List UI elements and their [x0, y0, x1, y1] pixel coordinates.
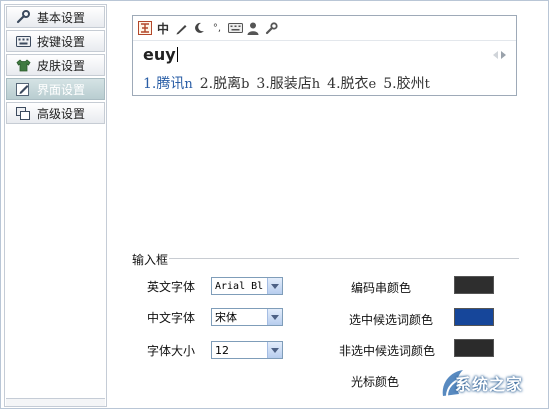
keyboard-icon: [227, 20, 243, 36]
chevron-down-icon[interactable]: [267, 309, 282, 325]
tshirt-icon: [15, 58, 31, 72]
chinese-font-select[interactable]: 宋体: [211, 308, 283, 326]
cursor-color-label: 光标颜色: [351, 375, 400, 389]
chinese-mode-icon: 中: [156, 21, 169, 36]
sidebar: 基本设置 按键设置 皮肤设置 界面设置 高级设置: [4, 4, 107, 407]
chinese-font-label: 中文字体: [147, 311, 196, 325]
unselected-color-label: 非选中候选词颜色: [339, 344, 436, 358]
candidate-list: 1.腾讯n 2.脱离b 3.服装店h 4.脱衣e 5.胶州t: [143, 73, 437, 93]
sidebar-item-advanced-settings[interactable]: 高级设置: [6, 102, 105, 124]
watermark: 系统之家: [439, 366, 549, 400]
wrench-icon: [263, 20, 279, 36]
code-color-label: 编码串颜色: [351, 281, 412, 295]
english-font-select[interactable]: Arial Bl: [211, 277, 283, 295]
chevron-down-icon[interactable]: [267, 342, 282, 358]
font-size-label: 字体大小: [147, 344, 196, 358]
pen-icon: [173, 20, 189, 36]
sidebar-footer: [6, 398, 105, 406]
composition-string: euy: [143, 45, 178, 64]
sidebar-item-basic-settings[interactable]: 基本设置: [6, 6, 105, 28]
windows-icon: [15, 106, 31, 120]
group-divider: [169, 258, 519, 259]
input-box-group-title: 输入框: [132, 253, 169, 267]
candidate-1[interactable]: 1.腾讯n: [143, 73, 193, 93]
next-page-icon[interactable]: [501, 51, 506, 59]
selected-color-swatch[interactable]: [454, 308, 494, 326]
sidebar-item-interface-settings[interactable]: 界面设置: [6, 78, 105, 100]
keyboard-icon: [15, 34, 31, 48]
text-caret: [176, 47, 178, 62]
candidate-5[interactable]: 5.胶州t: [383, 73, 430, 93]
code-color-swatch[interactable]: [454, 276, 494, 294]
punctuation-icon: °,: [212, 22, 222, 34]
english-font-value: Arial Bl: [215, 280, 264, 292]
toolbar-divider: [133, 40, 516, 41]
candidate-2[interactable]: 2.脱离b: [200, 73, 250, 93]
status-toolbar: 中 °,: [137, 19, 281, 37]
edit-icon: [15, 82, 31, 96]
wrench-icon: [15, 10, 31, 24]
chinese-font-value: 宋体: [215, 311, 237, 324]
sidebar-item-label: 高级设置: [37, 106, 86, 121]
moon-icon: [191, 20, 207, 36]
font-size-select[interactable]: 12: [211, 341, 283, 359]
settings-window: 基本设置 按键设置 皮肤设置 界面设置 高级设置 中 °, euy 1.腾讯n …: [0, 0, 549, 409]
sidebar-item-key-settings[interactable]: 按键设置: [6, 30, 105, 52]
selected-color-label: 选中候选词颜色: [349, 313, 434, 327]
font-size-value: 12: [215, 343, 229, 357]
sidebar-item-label: 基本设置: [37, 10, 86, 25]
candidate-4[interactable]: 4.脱衣e: [327, 73, 376, 93]
page-arrows: [493, 51, 506, 59]
prev-page-icon[interactable]: [493, 51, 498, 59]
sidebar-item-label: 界面设置: [37, 82, 86, 97]
sidebar-item-label: 按键设置: [37, 34, 86, 49]
sidebar-item-label: 皮肤设置: [37, 58, 86, 73]
watermark-text: 系统之家: [455, 375, 524, 394]
chevron-down-icon[interactable]: [267, 278, 282, 294]
unselected-color-swatch[interactable]: [454, 339, 494, 357]
candidate-3[interactable]: 3.服装店h: [256, 73, 320, 93]
sidebar-item-skin-settings[interactable]: 皮肤设置: [6, 54, 105, 76]
user-icon: [245, 20, 261, 36]
logo-icon: [137, 20, 153, 36]
english-font-label: 英文字体: [147, 280, 196, 294]
candidate-window-preview: 中 °, euy 1.腾讯n 2.脱离b 3.服装店h 4.脱衣e 5.胶州t: [132, 15, 517, 96]
